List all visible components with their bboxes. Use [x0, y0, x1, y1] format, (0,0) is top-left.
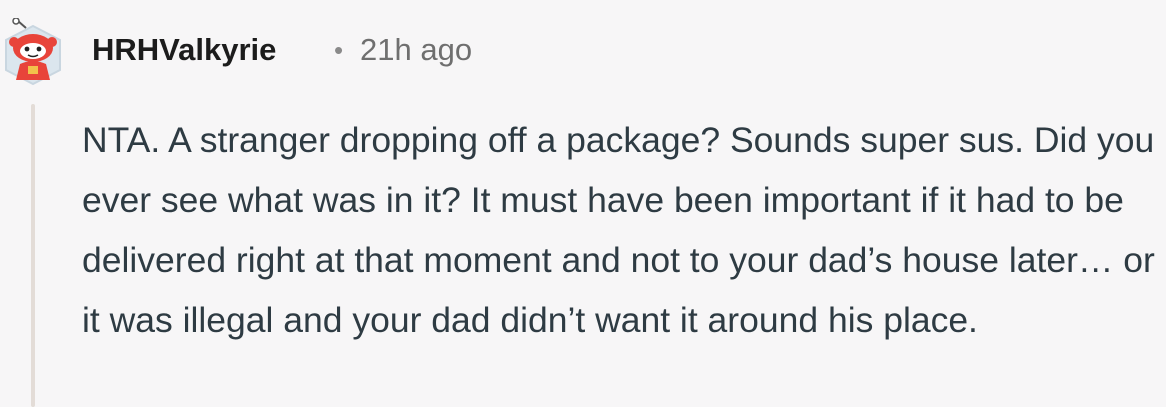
- comment: HRHValkyrie • 21h ago NTA. A stranger dr…: [0, 0, 1166, 407]
- thread-line[interactable]: [31, 104, 35, 407]
- comment-header: HRHValkyrie • 21h ago: [0, 10, 1166, 90]
- comment-body: NTA. A stranger dropping off a package? …: [82, 120, 1155, 340]
- user-avatar[interactable]: [0, 17, 66, 88]
- timestamp[interactable]: 21h ago: [360, 28, 472, 72]
- username-link[interactable]: HRHValkyrie: [92, 28, 276, 72]
- meta-separator: •: [334, 35, 344, 65]
- snoo-avatar-icon: [5, 17, 61, 86]
